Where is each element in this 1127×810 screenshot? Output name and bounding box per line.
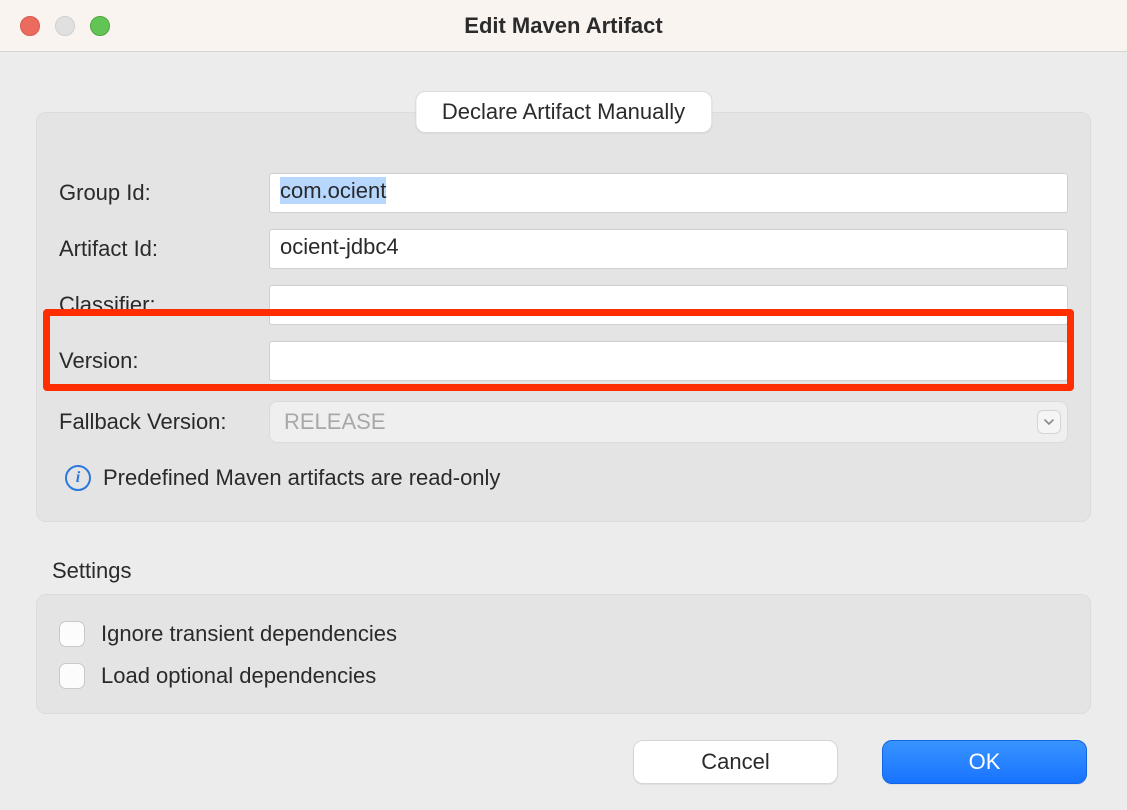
load-optional-checkbox[interactable] — [59, 663, 85, 689]
dialog-content: Declare Artifact Manually Group Id: com.… — [0, 112, 1127, 714]
group-id-label: Group Id: — [59, 180, 269, 206]
artifact-fieldset: Declare Artifact Manually Group Id: com.… — [36, 112, 1091, 522]
classifier-label: Classifier: — [59, 292, 269, 318]
fallback-version-value: RELEASE — [284, 409, 386, 435]
info-icon: i — [65, 465, 91, 491]
chevron-down-icon — [1037, 410, 1061, 434]
cancel-label: Cancel — [701, 749, 769, 775]
minimize-icon — [55, 16, 75, 36]
group-id-value: com.ocient — [280, 177, 386, 204]
load-optional-row: Load optional dependencies — [59, 663, 1068, 689]
info-row: i Predefined Maven artifacts are read-on… — [65, 465, 1062, 491]
version-input[interactable] — [269, 341, 1068, 381]
fallback-version-select[interactable]: RELEASE — [269, 401, 1068, 443]
zoom-icon[interactable] — [90, 16, 110, 36]
close-icon[interactable] — [20, 16, 40, 36]
cancel-button[interactable]: Cancel — [633, 740, 838, 784]
version-label: Version: — [59, 348, 269, 374]
artifact-id-value: ocient-jdbc4 — [280, 234, 399, 259]
ok-button[interactable]: OK — [882, 740, 1087, 784]
artifact-id-input[interactable]: ocient-jdbc4 — [269, 229, 1068, 269]
window-controls — [20, 16, 110, 36]
version-row: Version: — [59, 341, 1068, 381]
settings-header: Settings — [52, 558, 1091, 584]
legend-label: Declare Artifact Manually — [442, 99, 685, 124]
window-title: Edit Maven Artifact — [0, 13, 1127, 39]
ignore-transient-label: Ignore transient dependencies — [101, 621, 397, 647]
settings-fieldset: Ignore transient dependencies Load optio… — [36, 594, 1091, 714]
classifier-row: Classifier: — [59, 285, 1068, 325]
fallback-version-label: Fallback Version: — [59, 409, 269, 435]
ignore-transient-checkbox[interactable] — [59, 621, 85, 647]
group-id-input[interactable]: com.ocient — [269, 173, 1068, 213]
artifact-id-row: Artifact Id: ocient-jdbc4 — [59, 229, 1068, 269]
group-id-row: Group Id: com.ocient — [59, 173, 1068, 213]
fallback-version-row: Fallback Version: RELEASE — [59, 401, 1068, 443]
declare-artifact-manually-button[interactable]: Declare Artifact Manually — [415, 91, 712, 133]
ok-label: OK — [969, 749, 1001, 775]
titlebar: Edit Maven Artifact — [0, 0, 1127, 52]
classifier-input[interactable] — [269, 285, 1068, 325]
artifact-id-label: Artifact Id: — [59, 236, 269, 262]
load-optional-label: Load optional dependencies — [101, 663, 376, 689]
info-text: Predefined Maven artifacts are read-only — [103, 465, 500, 491]
ignore-transient-row: Ignore transient dependencies — [59, 621, 1068, 647]
edit-maven-artifact-dialog: Edit Maven Artifact Declare Artifact Man… — [0, 0, 1127, 810]
dialog-buttons: Cancel OK — [633, 740, 1087, 784]
